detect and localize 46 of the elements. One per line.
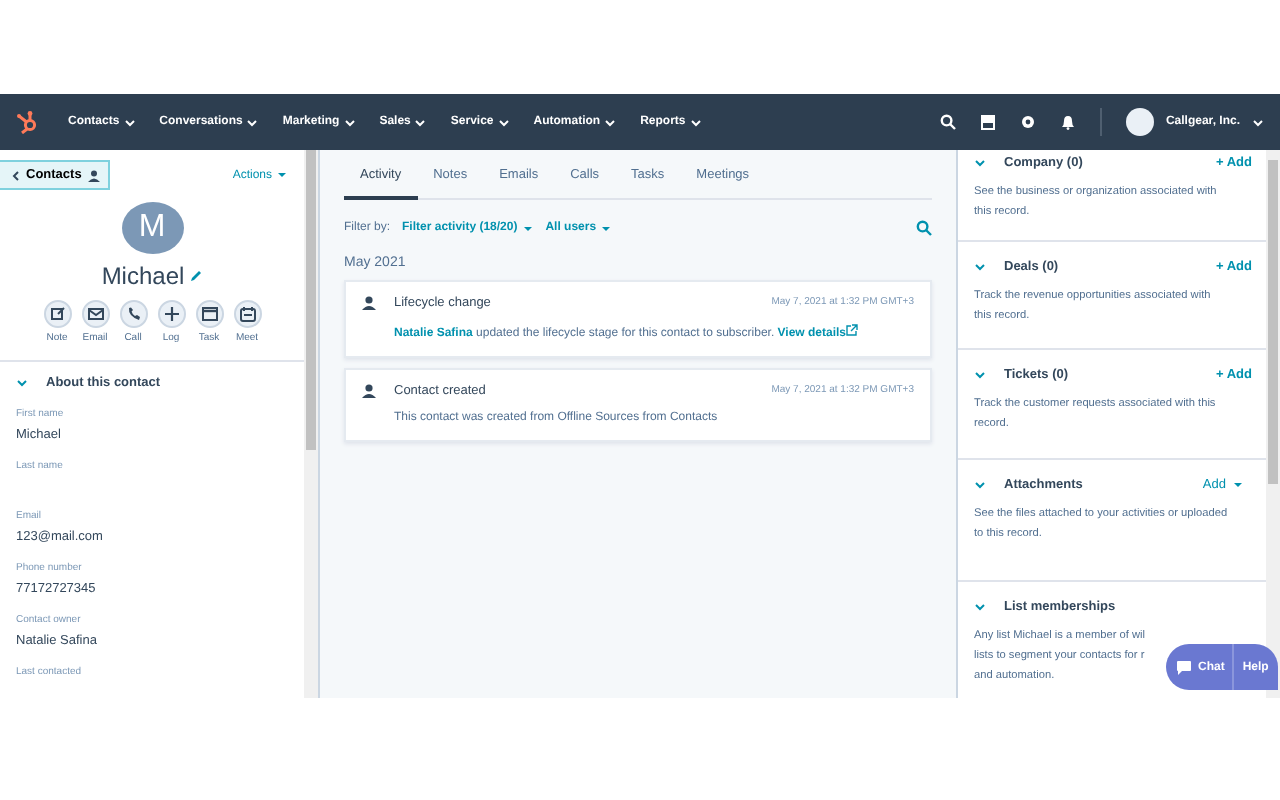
chevron-icon[interactable] (974, 369, 986, 379)
caret-icon (600, 223, 613, 233)
chat-icon (1176, 659, 1192, 675)
caret-icon (343, 117, 356, 127)
external-link-icon[interactable] (846, 324, 859, 336)
chevron-icon[interactable] (974, 157, 986, 167)
quick-action-button[interactable] (81, 300, 109, 328)
quick-action-button[interactable] (43, 300, 71, 328)
quick-action-button[interactable] (195, 300, 223, 328)
note-icon (49, 306, 65, 322)
chevron-icon[interactable] (16, 378, 28, 388)
person-icon (362, 296, 376, 310)
caret-icon (497, 117, 510, 127)
person-icon (362, 384, 376, 398)
caret-icon (689, 117, 702, 127)
quick-action-button[interactable] (157, 300, 185, 328)
caret-icon (246, 117, 259, 127)
caret-icon (276, 170, 288, 180)
quick-action-button[interactable] (233, 300, 261, 328)
scrollbar[interactable] (304, 150, 318, 698)
task-icon (201, 306, 217, 322)
avatar-icon (1125, 108, 1154, 136)
meet-icon (239, 306, 255, 322)
contact-name: Michael (101, 262, 185, 290)
caret-icon (414, 117, 427, 127)
caret-icon (1252, 117, 1264, 127)
person-icon (87, 169, 100, 181)
back-icon (12, 169, 20, 181)
log-icon (163, 306, 179, 322)
chevron-icon[interactable] (974, 261, 986, 271)
scrollbar[interactable] (1266, 150, 1280, 698)
chevron-icon[interactable] (974, 479, 986, 489)
store-icon[interactable] (979, 114, 996, 130)
call-icon (125, 306, 141, 322)
quick-action-button[interactable] (119, 300, 147, 328)
avatar: M (121, 202, 183, 254)
caret-icon (1232, 479, 1244, 489)
email-icon (87, 306, 103, 322)
settings-icon[interactable] (1019, 114, 1036, 130)
chevron-icon[interactable] (974, 601, 986, 611)
logo-icon[interactable] (16, 110, 40, 134)
pencil-icon[interactable] (190, 270, 203, 282)
bell-icon[interactable] (1059, 114, 1076, 130)
caret-icon (604, 117, 617, 127)
caret-icon (123, 117, 136, 127)
caret-icon (521, 223, 534, 233)
